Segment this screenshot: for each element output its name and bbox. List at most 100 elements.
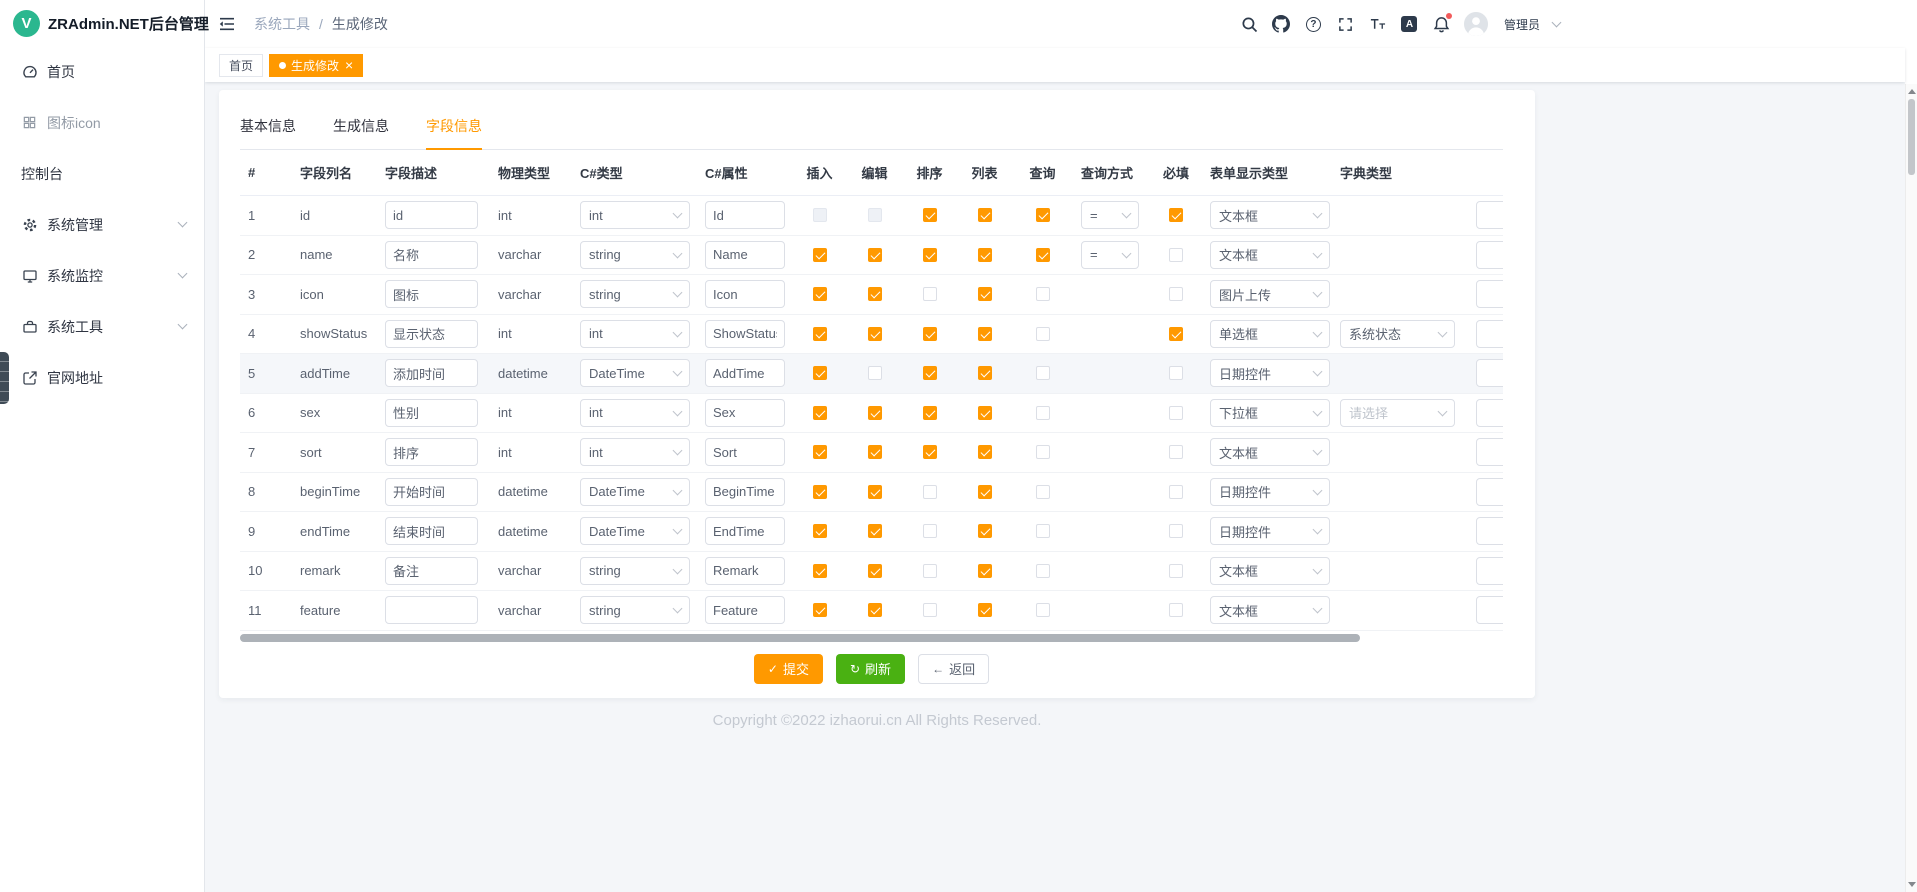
sidebar-item-website[interactable]: 官网地址 (0, 352, 204, 403)
edit-checkbox[interactable] (868, 406, 882, 420)
field-desc-input[interactable] (385, 280, 478, 308)
csharp-attr-input[interactable] (705, 320, 785, 348)
edit-checkbox[interactable] (868, 327, 882, 341)
extra-input[interactable] (1476, 517, 1503, 545)
field-desc-input[interactable] (385, 478, 478, 506)
field-desc-input[interactable] (385, 596, 478, 624)
required-checkbox[interactable] (1169, 485, 1183, 499)
field-desc-input[interactable] (385, 438, 478, 466)
edit-checkbox[interactable] (868, 445, 882, 459)
list-checkbox[interactable] (978, 406, 992, 420)
extra-input[interactable] (1476, 359, 1503, 387)
extra-input[interactable] (1476, 241, 1503, 269)
list-checkbox[interactable] (978, 208, 992, 222)
dict-type-select[interactable]: 请选择 (1340, 399, 1455, 427)
csharp-attr-input[interactable] (705, 241, 785, 269)
extra-input[interactable] (1476, 399, 1503, 427)
edit-checkbox[interactable] (868, 366, 882, 380)
sort-checkbox[interactable] (923, 564, 937, 578)
insert-checkbox[interactable] (813, 327, 827, 341)
csharp-attr-input[interactable] (705, 280, 785, 308)
list-checkbox[interactable] (978, 564, 992, 578)
csharp-type-select[interactable]: string (580, 241, 690, 269)
required-checkbox[interactable] (1169, 287, 1183, 301)
required-checkbox[interactable] (1169, 603, 1183, 617)
required-checkbox[interactable] (1169, 445, 1183, 459)
tab-basic-info[interactable]: 基本信息 (240, 104, 296, 150)
list-checkbox[interactable] (978, 445, 992, 459)
sidebar-item-icons[interactable]: 图标icon (0, 97, 204, 148)
extra-input[interactable] (1476, 478, 1503, 506)
edit-checkbox[interactable] (868, 524, 882, 538)
csharp-type-select[interactable]: string (580, 557, 690, 585)
avatar[interactable] (1464, 12, 1488, 36)
csharp-type-select[interactable]: int (580, 201, 690, 229)
insert-checkbox[interactable] (813, 366, 827, 380)
search-icon[interactable] (1240, 15, 1259, 34)
language-icon[interactable]: A (1400, 15, 1419, 34)
required-checkbox[interactable] (1169, 524, 1183, 538)
list-checkbox[interactable] (978, 524, 992, 538)
insert-checkbox[interactable] (813, 248, 827, 262)
field-desc-input[interactable] (385, 241, 478, 269)
list-checkbox[interactable] (978, 327, 992, 341)
sort-checkbox[interactable] (923, 208, 937, 222)
insert-checkbox[interactable] (813, 524, 827, 538)
csharp-type-select[interactable]: int (580, 438, 690, 466)
sidebar-item-home[interactable]: 首页 (0, 46, 204, 97)
display-type-select[interactable]: 日期控件 (1210, 359, 1330, 387)
extra-input[interactable] (1476, 280, 1503, 308)
display-type-select[interactable]: 单选框 (1210, 320, 1330, 348)
chevron-down-icon[interactable] (1552, 17, 1562, 27)
tab-field-info[interactable]: 字段信息 (426, 104, 482, 150)
extra-input[interactable] (1476, 320, 1503, 348)
display-type-select[interactable]: 文本框 (1210, 438, 1330, 466)
refresh-button[interactable]: ↻ 刷新 (836, 654, 905, 684)
extra-input[interactable] (1476, 596, 1503, 624)
tag-home[interactable]: 首页 (219, 54, 263, 77)
submit-button[interactable]: ✓ 提交 (754, 654, 823, 684)
query-checkbox[interactable] (1036, 208, 1050, 222)
query-checkbox[interactable] (1036, 327, 1050, 341)
query-checkbox[interactable] (1036, 248, 1050, 262)
required-checkbox[interactable] (1169, 366, 1183, 380)
required-checkbox[interactable] (1169, 327, 1183, 341)
sort-checkbox[interactable] (923, 485, 937, 499)
insert-checkbox[interactable] (813, 564, 827, 578)
query-checkbox[interactable] (1036, 564, 1050, 578)
csharp-type-select[interactable]: DateTime (580, 478, 690, 506)
breadcrumb-parent[interactable]: 系统工具 (254, 14, 310, 34)
scrollbar-thumb[interactable] (1908, 99, 1915, 175)
query-checkbox[interactable] (1036, 287, 1050, 301)
field-desc-input[interactable] (385, 557, 478, 585)
list-checkbox[interactable] (978, 366, 992, 380)
query-checkbox[interactable] (1036, 603, 1050, 617)
required-checkbox[interactable] (1169, 208, 1183, 222)
insert-checkbox[interactable] (813, 406, 827, 420)
query-mode-select[interactable]: = (1081, 241, 1139, 269)
csharp-attr-input[interactable] (705, 517, 785, 545)
display-type-select[interactable]: 文本框 (1210, 241, 1330, 269)
font-size-icon[interactable] (1368, 15, 1387, 34)
insert-checkbox[interactable] (813, 603, 827, 617)
fullscreen-icon[interactable] (1336, 15, 1355, 34)
list-checkbox[interactable] (978, 248, 992, 262)
help-icon[interactable]: ? (1304, 15, 1323, 34)
edit-checkbox[interactable] (868, 485, 882, 499)
csharp-type-select[interactable]: int (580, 399, 690, 427)
display-type-select[interactable]: 文本框 (1210, 557, 1330, 585)
display-type-select[interactable]: 日期控件 (1210, 517, 1330, 545)
csharp-attr-input[interactable] (705, 399, 785, 427)
csharp-attr-input[interactable] (705, 557, 785, 585)
edit-checkbox[interactable] (868, 564, 882, 578)
menu-fold-icon[interactable] (218, 16, 236, 32)
csharp-type-select[interactable]: string (580, 280, 690, 308)
back-button[interactable]: ← 返回 (918, 654, 989, 684)
extra-input[interactable] (1476, 557, 1503, 585)
sort-checkbox[interactable] (923, 366, 937, 380)
list-checkbox[interactable] (978, 287, 992, 301)
list-checkbox[interactable] (978, 485, 992, 499)
dict-type-select[interactable]: 系统状态 (1340, 320, 1455, 348)
scrollbar-thumb[interactable] (240, 634, 1360, 642)
csharp-attr-input[interactable] (705, 596, 785, 624)
